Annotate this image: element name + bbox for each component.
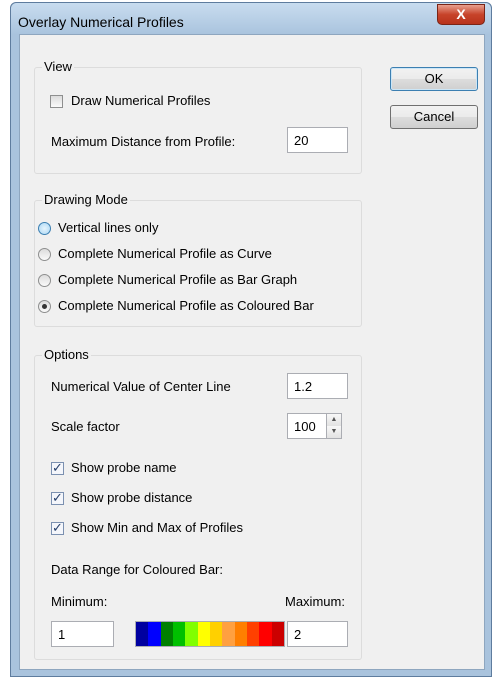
- scale-factor-spinner[interactable]: ▲ ▼: [327, 413, 342, 439]
- draw-profiles-label: Draw Numerical Profiles: [71, 93, 211, 108]
- show-min-max-label: Show Min and Max of Profiles: [71, 520, 243, 535]
- colour-bar-preview: [135, 621, 285, 647]
- options-group-label: Options: [42, 347, 91, 362]
- radio-vertical-lines[interactable]: [38, 222, 51, 235]
- window-title: Overlay Numerical Profiles: [18, 14, 184, 30]
- colour-bar-swatch: [172, 622, 186, 646]
- radio-vertical-lines-label[interactable]: Vertical lines only: [58, 220, 158, 235]
- dialog-body: View Draw Numerical Profiles Maximum Dis…: [19, 34, 485, 670]
- ok-button[interactable]: OK: [390, 67, 478, 91]
- minimum-label: Minimum:: [51, 594, 108, 609]
- view-group: View: [34, 59, 362, 174]
- show-probe-name-label: Show probe name: [71, 460, 177, 475]
- drawing-mode-group-label: Drawing Mode: [42, 192, 130, 207]
- radio-curve[interactable]: [38, 248, 51, 261]
- maximum-label: Maximum:: [285, 594, 345, 609]
- max-distance-label: Maximum Distance from Profile:: [51, 134, 236, 149]
- cancel-button[interactable]: Cancel: [390, 105, 478, 129]
- show-probe-distance-checkbox[interactable]: [51, 490, 64, 506]
- radio-curve-label[interactable]: Complete Numerical Profile as Curve: [58, 246, 272, 261]
- show-probe-name-checkbox[interactable]: [51, 460, 64, 476]
- scale-factor-input[interactable]: 100: [287, 413, 327, 439]
- close-icon: X: [456, 6, 466, 22]
- center-line-value: 1.2: [294, 379, 313, 394]
- ok-button-label: OK: [424, 71, 444, 86]
- center-line-input[interactable]: 1.2: [287, 373, 348, 399]
- colour-bar-swatch: [209, 622, 223, 646]
- spin-down-icon[interactable]: ▼: [327, 426, 341, 438]
- view-group-label: View: [42, 59, 74, 74]
- colour-bar-swatch: [197, 622, 210, 646]
- cancel-button-label: Cancel: [413, 109, 455, 124]
- colour-bar-swatch: [222, 622, 235, 646]
- colour-bar-swatch: [271, 622, 284, 646]
- maximum-input[interactable]: 2: [287, 621, 348, 647]
- scale-factor-label: Scale factor: [51, 419, 120, 434]
- title-bar[interactable]: Overlay Numerical Profiles X: [11, 3, 491, 34]
- data-range-label: Data Range for Coloured Bar:: [51, 562, 223, 577]
- radio-bar-graph[interactable]: [38, 274, 51, 287]
- dialog-window: Overlay Numerical Profiles X View Draw N…: [10, 2, 492, 677]
- max-distance-input[interactable]: 20: [287, 127, 348, 153]
- options-group: Options: [34, 347, 362, 660]
- radio-coloured-bar-label[interactable]: Complete Numerical Profile as Coloured B…: [58, 298, 314, 313]
- draw-profiles-checkbox[interactable]: [50, 95, 63, 108]
- minimum-input[interactable]: 1: [51, 621, 114, 647]
- scale-factor-value: 100: [294, 419, 316, 434]
- max-distance-value: 20: [294, 133, 309, 148]
- radio-bar-graph-label[interactable]: Complete Numerical Profile as Bar Graph: [58, 272, 297, 287]
- show-probe-distance-label: Show probe distance: [71, 490, 193, 505]
- colour-bar-swatch: [246, 622, 260, 646]
- center-line-label: Numerical Value of Center Line: [51, 379, 231, 394]
- colour-bar-swatch: [136, 622, 149, 646]
- show-min-max-checkbox[interactable]: [51, 520, 64, 536]
- colour-bar-swatch: [185, 622, 198, 646]
- colour-bar-swatch: [148, 622, 161, 646]
- colour-bar-swatch: [160, 622, 173, 646]
- colour-bar-swatch: [234, 622, 247, 646]
- colour-bar-swatch: [259, 622, 272, 646]
- radio-coloured-bar[interactable]: [38, 300, 51, 313]
- maximum-value: 2: [294, 627, 302, 642]
- minimum-value: 1: [58, 627, 66, 642]
- close-button[interactable]: X: [437, 4, 485, 25]
